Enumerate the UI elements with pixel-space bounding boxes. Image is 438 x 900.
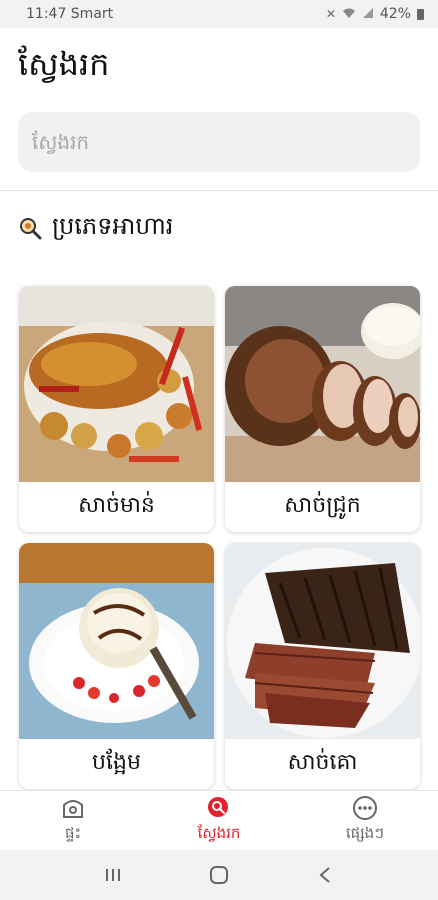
search-food-icon (18, 216, 42, 240)
home-button-icon[interactable] (199, 855, 239, 895)
page-title: ស្វែងរក (18, 45, 110, 83)
category-label: សាច់គោ (287, 750, 358, 775)
dessert-photo (19, 543, 214, 739)
category-label: សាច់ជ្រូក (284, 493, 361, 518)
divider (0, 190, 438, 191)
category-card-chicken[interactable]: សាច់មាន់ (19, 286, 214, 532)
more-icon (352, 795, 378, 821)
wifi-icon (342, 7, 356, 22)
category-card-pork[interactable]: សាច់ជ្រូក (225, 286, 420, 532)
system-nav-bar (0, 850, 438, 900)
nav-item-home[interactable]: ផ្ទះ (0, 791, 146, 850)
category-card-dessert[interactable]: បង្អែម (19, 543, 214, 789)
category-label: សាច់មាន់ (78, 493, 155, 518)
category-card-beef[interactable]: សាច់គោ (225, 543, 420, 789)
status-icons: ✕ 42% (326, 6, 424, 22)
category-label: បង្អែម (92, 750, 141, 775)
nav-item-more[interactable]: ផ្សេងៗ (292, 791, 438, 850)
signal-icon (362, 7, 374, 22)
nav-label-more: ផ្សេងៗ (345, 824, 385, 842)
battery-percent: 42% (379, 6, 411, 22)
bottom-nav: ផ្ទះ ស្វែងរក ផ្សេងៗ (0, 790, 438, 850)
beef-steak-photo (225, 543, 420, 739)
section-header: ប្រភេទអាហារ (18, 208, 173, 248)
recent-apps-icon[interactable] (93, 855, 133, 895)
battery-icon (417, 8, 424, 20)
home-icon (60, 795, 86, 821)
mute-icon: ✕ (325, 7, 336, 21)
nav-label-search: ស្វែងរក (197, 824, 241, 842)
status-bar: 11:47 Smart ✕ 42% (0, 0, 438, 28)
nav-item-search[interactable]: ស្វែងរក (146, 791, 292, 850)
back-icon[interactable] (305, 855, 345, 895)
search-icon (206, 795, 232, 821)
section-title: ប្រភេទអាហារ (52, 211, 174, 240)
search-input[interactable] (18, 112, 420, 172)
roast-chicken-photo (19, 286, 214, 482)
nav-label-home: ផ្ទះ (64, 824, 82, 842)
roast-pork-photo (225, 286, 420, 482)
status-time: 11:47 Smart (26, 6, 114, 22)
